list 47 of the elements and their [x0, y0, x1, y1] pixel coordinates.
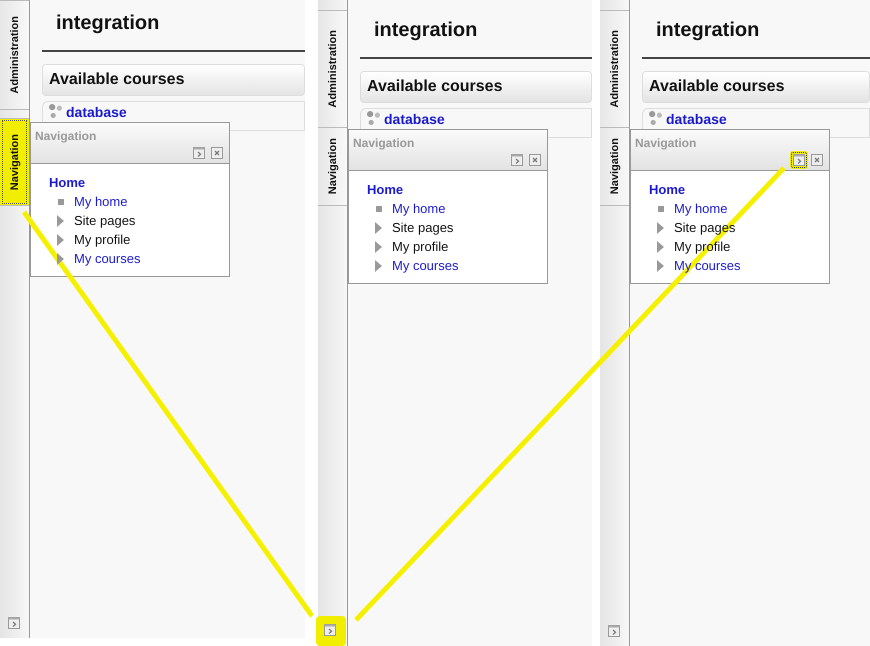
people-icon: [49, 104, 62, 118]
page-heading: integration: [373, 18, 478, 43]
dock-icon[interactable]: [790, 151, 808, 169]
nav-link[interactable]: Home: [367, 180, 404, 199]
page-heading: integration: [55, 11, 160, 36]
triangle-icon[interactable]: [57, 214, 64, 226]
dock-tab[interactable]: Administration: [318, 10, 347, 128]
course-link[interactable]: database: [66, 104, 127, 120]
nav-link[interactable]: Home: [649, 180, 686, 199]
bullet-icon: [58, 198, 64, 204]
block-title: Navigation: [635, 136, 696, 150]
page-heading: integration: [655, 18, 760, 43]
triangle-icon[interactable]: [375, 222, 382, 234]
section-header: Available courses: [642, 71, 870, 103]
nav-link[interactable]: My home: [674, 201, 728, 216]
triangle-icon[interactable]: [657, 260, 664, 272]
nav-item[interactable]: My profile: [392, 239, 448, 254]
bullet-icon: [376, 206, 382, 212]
triangle-icon[interactable]: [375, 260, 382, 272]
block-title: Navigation: [35, 129, 96, 143]
nav-link[interactable]: My home: [392, 201, 446, 216]
triangle-icon[interactable]: [57, 252, 64, 264]
close-icon[interactable]: [211, 147, 223, 159]
nav-item[interactable]: Site pages: [74, 213, 136, 228]
triangle-icon[interactable]: [657, 222, 664, 234]
nav-link[interactable]: Home: [49, 173, 86, 192]
nav-item[interactable]: My profile: [74, 232, 130, 247]
bullet-icon: [658, 206, 664, 212]
close-icon[interactable]: [529, 154, 541, 166]
dock-tab[interactable]: Administration: [0, 0, 29, 110]
nav-link[interactable]: My home: [74, 194, 128, 209]
section-header: Available courses: [42, 64, 305, 96]
triangle-icon[interactable]: [375, 240, 382, 252]
close-icon[interactable]: [811, 154, 823, 166]
nav-item[interactable]: Site pages: [392, 220, 454, 235]
block-title: Navigation: [353, 136, 414, 150]
section-header: Available courses: [360, 71, 592, 103]
dock-tab[interactable]: Navigation: [0, 118, 29, 206]
triangle-icon[interactable]: [657, 240, 664, 252]
people-icon: [649, 111, 662, 125]
nav-link[interactable]: My courses: [74, 251, 140, 266]
dock-tab[interactable]: Administration: [600, 10, 629, 128]
triangle-icon[interactable]: [57, 234, 64, 246]
nav-link[interactable]: My courses: [392, 258, 458, 273]
course-link[interactable]: database: [666, 111, 727, 127]
course-link[interactable]: database: [384, 111, 445, 127]
people-icon: [367, 111, 380, 125]
